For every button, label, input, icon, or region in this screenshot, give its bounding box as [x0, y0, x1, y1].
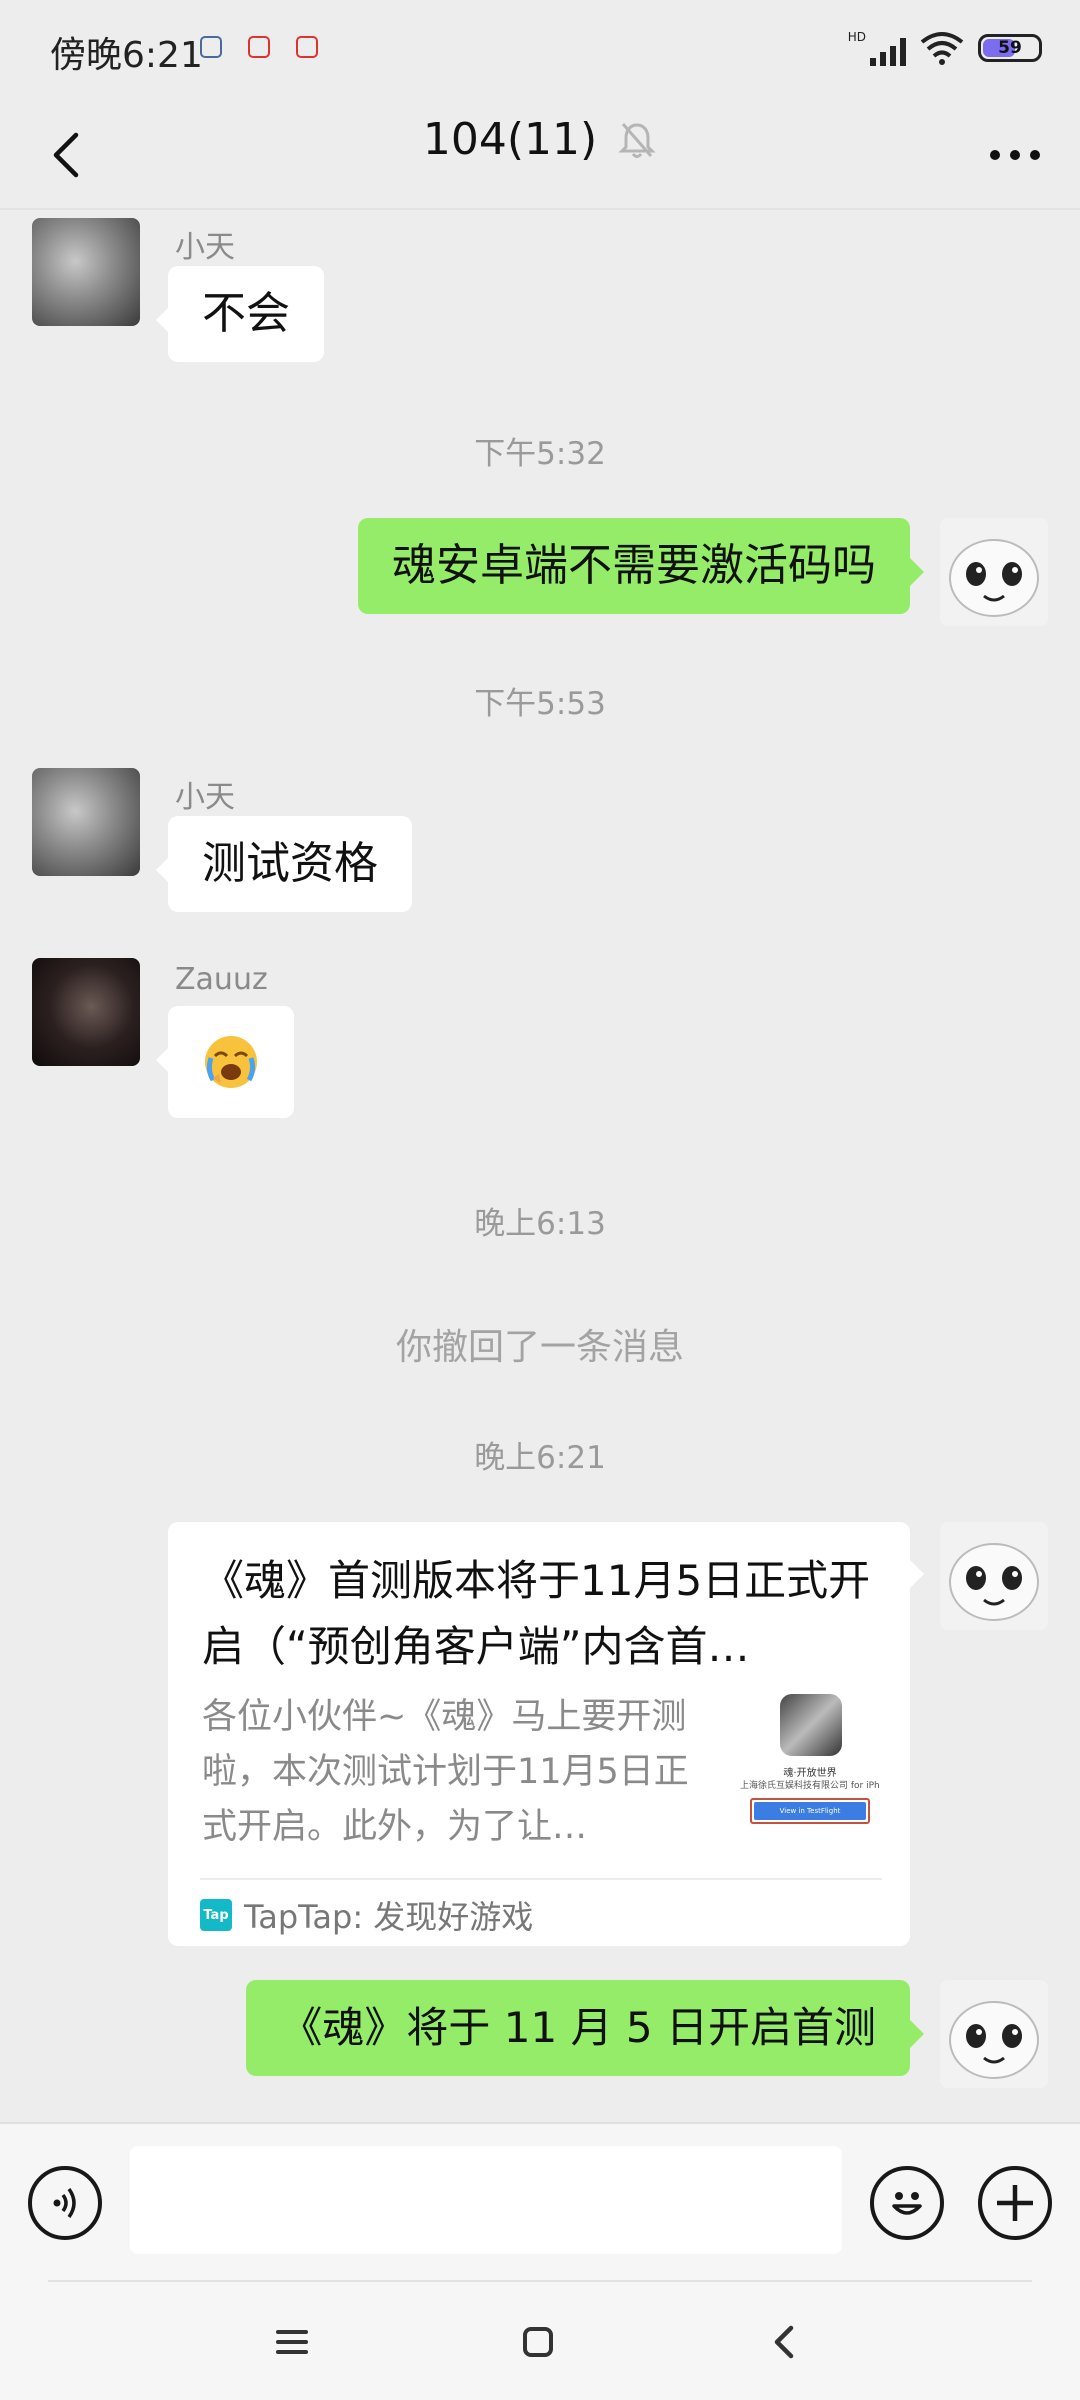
timestamp: 下午5:53 [474, 686, 606, 722]
avatar-me[interactable] [940, 1522, 1048, 1630]
status-bar: 傍晚6:21 HD 59 [0, 0, 1080, 100]
signal-icon: HD [848, 30, 906, 66]
source-name: TapTap: 发现好游戏 [244, 1898, 534, 1936]
signal-label: HD [847, 30, 866, 44]
message-bubble[interactable]: 😭 [168, 1006, 294, 1118]
card-title: 《魂》首测版本将于11月5日正式开启（“预创角客户端”内含首… [202, 1556, 871, 1671]
avatar-me[interactable] [940, 1980, 1048, 2088]
sender-name: Zauuz [175, 962, 268, 997]
thumb-button: View in TestFlight [750, 1798, 870, 1824]
chat-title-group: 104(11) [0, 114, 1080, 165]
game-app-icon [780, 1694, 842, 1756]
wifi-icon [920, 32, 964, 65]
message-bubble[interactable]: 魂安卓端不需要激活码吗 [358, 518, 910, 614]
back-triangle-icon [774, 2325, 794, 2359]
message-bubble[interactable]: 测试资格 [168, 816, 412, 912]
plus-button[interactable] [978, 2166, 1052, 2240]
status-indicators: HD 59 [848, 30, 1042, 66]
home-icon [523, 2327, 553, 2357]
notification-app-icon [296, 36, 318, 58]
bell-off-icon [618, 122, 656, 158]
plus-icon [997, 2185, 1033, 2221]
avatar-me[interactable] [940, 518, 1048, 626]
thumb-company: 上海徐氏互娱科技有限公司 for iPhone [740, 1781, 880, 1791]
avatar-face-icon [949, 1543, 1039, 1621]
more-dots-icon [990, 150, 1040, 160]
notification-app-icon [200, 36, 222, 58]
crying-face-icon [205, 1036, 257, 1088]
home-key[interactable] [508, 2312, 568, 2372]
avatar-xiaotian[interactable] [32, 768, 140, 876]
notification-app-icon [248, 36, 270, 58]
voice-button[interactable] [28, 2166, 102, 2240]
link-card[interactable]: 《魂》首测版本将于11月5日正式开启（“预创角客户端”内含首… 各位小伙伴~《魂… [168, 1522, 910, 1946]
thumb-button-label: View in TestFlight [754, 1802, 866, 1820]
timestamp: 晚上6:13 [474, 1206, 606, 1242]
avatar-xiaotian[interactable] [32, 218, 140, 326]
nav-divider [48, 2280, 1032, 2282]
avatar-zauuz[interactable] [32, 958, 140, 1066]
timestamp: 下午5:32 [474, 436, 606, 472]
avatar-face-icon [949, 539, 1039, 617]
card-description: 各位小伙伴~《魂》马上要开测啦，本次测试计划于11月5日正式开启。此外，为了让… [202, 1697, 689, 1847]
back-key[interactable] [754, 2312, 814, 2372]
sender-name: 小天 [175, 780, 235, 815]
menu-key[interactable] [262, 2312, 322, 2372]
chat-title: 104(11) [422, 114, 598, 165]
thumb-title: 魂·开放世界 [783, 1768, 837, 1779]
system-nav-bar [0, 2280, 1080, 2400]
voice-icon [53, 2187, 76, 2219]
avatar-face-icon [949, 2001, 1039, 2079]
emoji-button[interactable] [870, 2166, 944, 2240]
message-input[interactable] [130, 2146, 842, 2254]
status-notification-icons [200, 36, 318, 58]
battery-icon: 59 [978, 34, 1042, 62]
bubble-tail [910, 1560, 924, 1588]
sender-name: 小天 [175, 230, 235, 265]
message-bubble[interactable]: 《魂》将于 11 月 5 日开启首测 [246, 1980, 910, 2076]
card-divider [200, 1878, 882, 1880]
taptap-logo-icon: Tap [200, 1899, 232, 1931]
card-thumbnail: 魂·开放世界 上海徐氏互娱科技有限公司 for iPhone View in T… [740, 1694, 880, 1844]
battery-level: 59 [998, 38, 1022, 58]
message-bubble[interactable]: 不会 [168, 266, 324, 362]
recall-notice: 你撤回了一条消息 [395, 1327, 684, 1368]
timestamp: 晚上6:21 [474, 1440, 606, 1476]
more-button[interactable] [980, 120, 1050, 190]
bubble-tail [910, 558, 924, 586]
emoji-icon [892, 2192, 922, 2215]
card-source: Tap TapTap: 发现好游戏 [200, 1892, 533, 1938]
menu-icon [276, 2330, 308, 2354]
crying-emoji: 😭 [203, 1034, 259, 1090]
chat-header: 104(11) [0, 100, 1080, 210]
input-bar [0, 2122, 1080, 2280]
bubble-tail [910, 2020, 924, 2048]
status-time: 傍晚6:21 [50, 35, 203, 76]
